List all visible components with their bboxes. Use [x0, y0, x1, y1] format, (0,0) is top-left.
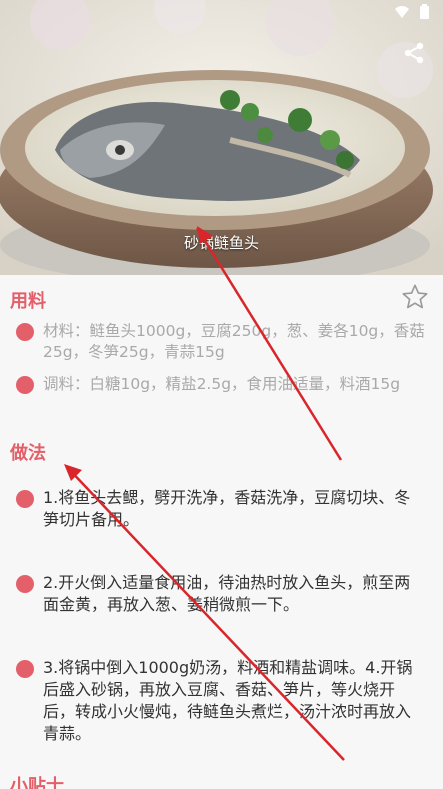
battery-icon	[420, 4, 429, 19]
favorite-button[interactable]	[401, 283, 429, 311]
wifi-icon	[395, 5, 409, 18]
share-button[interactable]	[399, 38, 429, 68]
ingredient-text: 调料：白糖10g，精盐2.5g，食用油适量，料酒15g	[43, 375, 401, 393]
step-text: 3.将锅中倒入1000g奶汤，料酒和精盐调味。4.开锅后盛入砂锅，再放入豆腐、香…	[43, 658, 413, 743]
bullet-dot	[16, 323, 34, 341]
share-icon	[404, 42, 424, 64]
bullet-dot	[16, 575, 34, 593]
star-outline-icon	[402, 284, 428, 309]
step-text: 1.将鱼头去鳃，劈开洗净，香菇洗净，豆腐切块、冬笋切片备用。	[43, 488, 411, 529]
bullet-dot	[16, 660, 34, 678]
tips-heading: 小贴士	[10, 776, 64, 789]
step-text: 2.开火倒入适量食用油，待油热时放入鱼头，煎至两面金黄，再放入葱、姜稍微煎一下。	[43, 573, 411, 614]
recipe-hero-image: 砂锅鲢鱼头	[0, 0, 443, 275]
bullet-dot	[16, 376, 34, 394]
ingredient-text: 材料：鲢鱼头1000g，豆腐250g，葱、姜各10g，香菇25g，冬笋25g，青…	[43, 322, 425, 361]
ingredient-item: 材料：鲢鱼头1000g，豆腐250g，葱、姜各10g，香菇25g，冬笋25g，青…	[16, 321, 426, 363]
method-step: 1.将鱼头去鳃，劈开洗净，香菇洗净，豆腐切块、冬笋切片备用。	[16, 487, 426, 531]
bullet-dot	[16, 490, 34, 508]
recipe-title: 砂锅鲢鱼头	[183, 234, 259, 252]
method-step: 3.将锅中倒入1000g奶汤，料酒和精盐调味。4.开锅后盛入砂锅，再放入豆腐、香…	[16, 657, 426, 745]
method-step: 2.开火倒入适量食用油，待油热时放入鱼头，煎至两面金黄，再放入葱、姜稍微煎一下。	[16, 572, 426, 616]
status-bar	[394, 4, 429, 19]
ingredient-item: 调料：白糖10g，精盐2.5g，食用油适量，料酒15g	[16, 374, 426, 395]
ingredients-heading: 用料	[10, 291, 46, 312]
recipe-content[interactable]: 用料 材料：鲢鱼头1000g，豆腐250g，葱、姜各10g，香菇25g，冬笋25…	[0, 275, 443, 789]
method-heading: 做法	[10, 443, 46, 464]
